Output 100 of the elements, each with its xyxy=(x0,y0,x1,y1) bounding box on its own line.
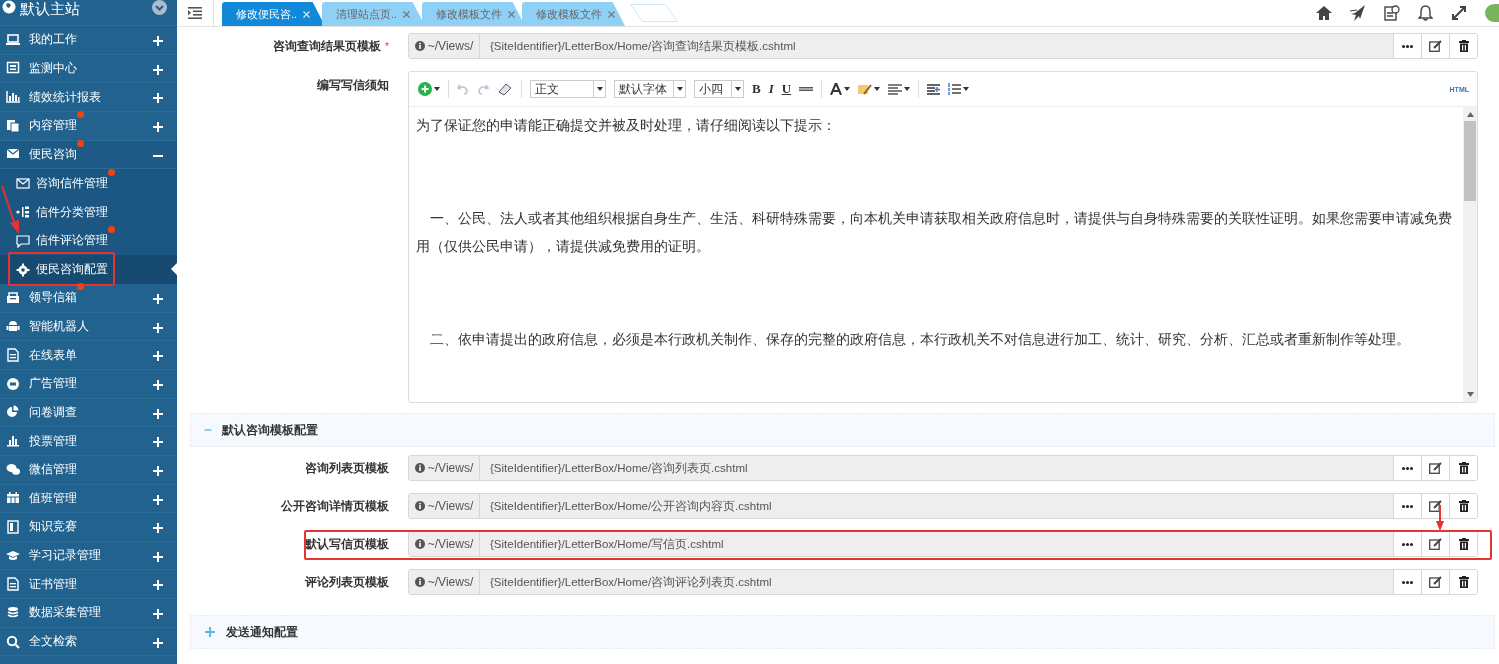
close-icon[interactable] xyxy=(608,10,615,18)
plus-icon xyxy=(152,120,164,133)
editor-content[interactable]: 为了保证您的申请能正确提交并被及时处理，请仔细阅读以下提示： 一、公民、法人或者其他组织根据自身生产、生活、科研特殊需要，向本机关申请获取相关政府信息时，请提供与自身特殊需要的关联性证明。如果您需要申请减免费用（仅供公民申请），请提供减免费用的证明。 二、依申请提出的政府信息，必须是本行政机关制作、保存的完整的政府信息，本行政机关不对信息进行加工、统计、研究、分析、汇总或者重新制作等处理。 xyxy=(409,107,1463,402)
font-family-select[interactable]: 默认字体 xyxy=(614,80,686,98)
eraser-icon xyxy=(497,82,513,96)
caret-icon xyxy=(434,87,440,91)
list-button[interactable] xyxy=(948,83,970,95)
tab[interactable]: 清理站点页.. xyxy=(322,2,425,26)
sidebar-item[interactable]: 监测中心 xyxy=(0,54,177,84)
scrollbar-thumb[interactable] xyxy=(1464,121,1476,201)
highlighter-icon xyxy=(858,83,873,95)
robot-icon xyxy=(6,319,20,334)
envelope-icon xyxy=(16,176,30,191)
caret-icon xyxy=(676,87,683,91)
sidebar-item[interactable]: 绩效统计报表 xyxy=(0,83,177,112)
sidebar-item[interactable]: 学习记录管理 xyxy=(0,541,177,571)
document-icon xyxy=(6,577,20,592)
caret-icon xyxy=(734,87,741,91)
align-button[interactable] xyxy=(888,83,911,95)
sidebar-item[interactable]: 全文检索 xyxy=(0,627,177,657)
clipboard-timer-icon xyxy=(1384,5,1400,21)
underline-button[interactable]: U xyxy=(781,81,792,97)
paragraph-style-select[interactable]: 正文 xyxy=(530,80,606,98)
sidebar-item[interactable]: 我的工作 xyxy=(0,26,177,55)
letter-a-icon xyxy=(830,83,843,95)
submenu-item[interactable]: 咨询信件管理 xyxy=(0,169,177,198)
bar-chart-icon xyxy=(6,434,20,448)
sidebar-item[interactable]: 广告管理 xyxy=(0,369,177,399)
pie-chart-icon xyxy=(6,405,20,420)
annotation-arrow xyxy=(0,185,22,236)
sidebar-item[interactable]: 内容管理 xyxy=(0,111,177,141)
plus-circle-icon xyxy=(418,82,432,96)
scroll-up-icon[interactable] xyxy=(1466,112,1474,117)
field-label: 咨询查询结果页模板 * xyxy=(272,37,390,55)
laptop-icon xyxy=(6,32,20,47)
plus-icon xyxy=(152,92,164,105)
tab[interactable]: 修改便民咨.. xyxy=(222,2,325,26)
plus-icon xyxy=(152,550,164,563)
plus-icon xyxy=(152,579,164,592)
caret-icon xyxy=(963,87,970,91)
sidebar-item[interactable]: 智能机器人 xyxy=(0,312,177,342)
field-label: 公开咨询详情页模板 xyxy=(280,497,390,515)
plus-icon xyxy=(152,35,164,47)
graduation-cap-icon xyxy=(6,548,20,563)
scroll-down-icon[interactable] xyxy=(1466,392,1474,397)
comment-icon xyxy=(16,233,30,248)
sidebar-item[interactable]: 投票管理 xyxy=(0,427,177,456)
plus-icon xyxy=(152,63,164,76)
sidebar-item[interactable]: 数据采集管理 xyxy=(0,599,177,628)
numbered-list-icon xyxy=(948,83,962,95)
sidebar-item[interactable]: 微信管理 xyxy=(0,455,177,485)
plus-icon xyxy=(152,608,164,621)
plus-icon xyxy=(152,350,164,363)
caret-icon xyxy=(596,87,603,91)
sidebar-item[interactable]: 领导信箱 xyxy=(0,283,177,313)
italic-button[interactable]: I xyxy=(768,81,774,97)
sidebar-item[interactable]: 问卷调查 xyxy=(0,398,177,428)
field-label: 评论列表页模板 xyxy=(303,573,390,591)
insert-button[interactable] xyxy=(418,82,440,96)
documents-icon xyxy=(6,118,20,133)
gear-icon xyxy=(16,262,30,277)
chevron-down-icon[interactable] xyxy=(152,0,167,15)
bar-chart-icon xyxy=(6,90,20,105)
close-icon[interactable] xyxy=(508,10,515,18)
plus-icon xyxy=(152,378,164,391)
section-header[interactable]: 发送通知配置 xyxy=(190,615,1495,649)
caret-icon xyxy=(904,87,911,91)
plus-icon xyxy=(152,292,164,305)
calendar-icon xyxy=(6,491,20,506)
tab[interactable]: 修改模板文件 xyxy=(522,2,625,26)
font-color-button[interactable] xyxy=(830,83,851,95)
plus-icon xyxy=(152,321,164,334)
bold-button[interactable]: B xyxy=(752,81,761,97)
scrollbar[interactable] xyxy=(1463,107,1477,402)
section-header[interactable]: 默认咨询模板配置 xyxy=(190,413,1495,447)
sidebar-item[interactable]: 证书管理 xyxy=(0,570,177,600)
bell-icon xyxy=(1418,5,1433,21)
fullscreen-icon xyxy=(1451,5,1467,21)
plus-icon xyxy=(152,493,164,506)
align-left-icon xyxy=(888,83,903,95)
highlight-button[interactable] xyxy=(858,83,881,95)
panel-icon xyxy=(6,61,20,76)
close-icon[interactable] xyxy=(403,10,411,18)
sidebar-item[interactable]: 在线表单 xyxy=(0,341,177,370)
caret-icon xyxy=(844,87,851,91)
plus-icon xyxy=(152,636,164,649)
selection-pointer xyxy=(171,263,177,276)
sidebar-item[interactable]: 知识竞赛 xyxy=(0,513,177,542)
sidebar-item[interactable]: 便民咨询 xyxy=(0,140,177,170)
sidebar-item[interactable]: 值班管理 xyxy=(0,484,177,514)
site-title: 默认主站 xyxy=(20,0,80,19)
notebook-icon xyxy=(6,520,20,534)
database-icon xyxy=(6,605,20,620)
font-size-select[interactable]: 小四 xyxy=(694,80,744,98)
strikethrough-icon xyxy=(799,84,814,94)
tab[interactable]: 修改模板文件 xyxy=(422,2,525,26)
submenu-item[interactable]: 信件分类管理 xyxy=(0,197,177,227)
redo-icon xyxy=(477,83,489,95)
field-label: 咨询列表页模板 xyxy=(304,459,390,477)
caret-icon xyxy=(874,87,881,91)
